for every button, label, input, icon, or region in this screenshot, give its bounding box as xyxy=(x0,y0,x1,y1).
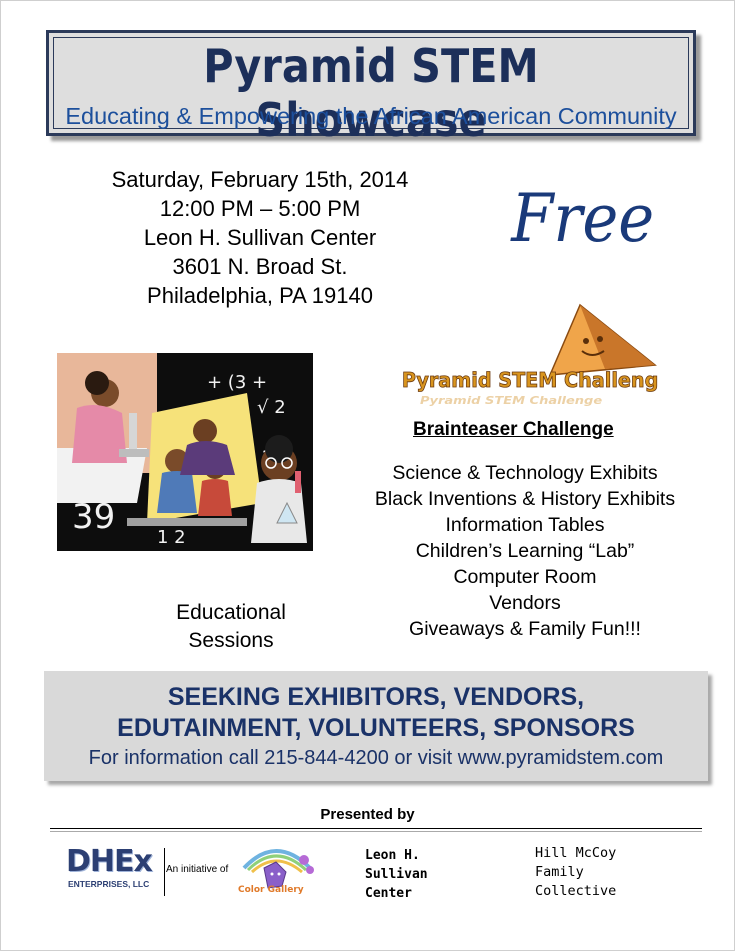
sullivan-line-1: Leon H. xyxy=(365,848,420,863)
sullivan-center-sponsor: Leon H. Sullivan Center xyxy=(365,846,428,903)
footer-divider-shadow xyxy=(50,831,702,832)
list-item: Science & Technology Exhibits xyxy=(392,462,658,484)
seeking-line-1: SEEKING EXHIBITORS, VENDORS, xyxy=(167,683,585,711)
pyramid-stem-challenge-logo: Pyramid STEM Challenge Pyramid STEM Chal… xyxy=(400,303,672,411)
initiative-label: An initiative of xyxy=(166,864,229,875)
event-details: Saturday, February 15th, 2014 12:00 PM –… xyxy=(60,165,460,310)
color-gallery-mascot-icon: Color Gallery xyxy=(238,849,314,895)
dhex-enterprises-logo: DHEx ENTERPRISES, LLC xyxy=(66,846,164,896)
svg-text:√ 2: √ 2 xyxy=(257,397,286,418)
classroom-illustration: + (3 + √ 2 - 2 × 2 39 1 2 xyxy=(57,353,313,551)
dhex-logo-subtext: ENTERPRISES, LLC xyxy=(68,879,150,889)
exhibits-list: Science & Technology Exhibits Black Inve… xyxy=(355,460,695,642)
sullivan-line-2: Sullivan xyxy=(365,867,428,882)
color-gallery-text: Color Gallery xyxy=(238,885,304,895)
hillmccoy-line-3: Collective xyxy=(535,883,617,899)
educational-line-1: Educational xyxy=(176,601,286,624)
svg-text:+ (3 +: + (3 + xyxy=(207,372,267,393)
challenge-logo-text: Pyramid STEM Challenge xyxy=(402,369,658,392)
color-gallery-logo: Color Gallery xyxy=(234,838,318,898)
educational-line-2: Sessions xyxy=(188,629,274,652)
hillmccoy-line-1: Hill McCoy xyxy=(535,845,617,861)
hillmccoy-line-2: Family xyxy=(535,864,584,880)
challenge-logo-reflection: Pyramid STEM Challenge xyxy=(420,394,602,406)
event-date: Saturday, February 15th, 2014 xyxy=(111,167,409,192)
svg-text:1 2: 1 2 xyxy=(157,527,186,548)
dhex-logo-text: DHEx xyxy=(66,844,153,879)
footer-divider xyxy=(50,828,702,829)
title-banner: Pyramid STEM Showcase Educating & Empowe… xyxy=(46,30,696,147)
pyramid-mascot-icon: Pyramid STEM Challenge Pyramid STEM Chal… xyxy=(402,303,672,406)
logo-separator xyxy=(164,848,165,896)
event-subtitle: Educating & Empowering the African Ameri… xyxy=(65,103,677,129)
hill-mccoy-sponsor: Hill McCoy Family Collective xyxy=(535,844,616,901)
list-item: Vendors xyxy=(489,592,561,614)
educational-sessions: Educational Sessions xyxy=(150,599,312,655)
list-item: Giveaways & Family Fun!!! xyxy=(409,618,641,640)
list-item: Information Tables xyxy=(445,514,605,536)
list-item: Black Inventions & History Exhibits xyxy=(374,488,676,510)
sullivan-line-3: Center xyxy=(365,886,412,901)
seeking-callout-box: SEEKING EXHIBITORS, VENDORS, EDUTAINMENT… xyxy=(44,671,708,781)
presented-by-label: Presented by xyxy=(320,806,415,823)
event-venue: Leon H. Sullivan Center xyxy=(143,225,377,250)
list-item: Computer Room xyxy=(453,566,597,588)
contact-info: For information call 215-844-4200 or vis… xyxy=(88,747,664,769)
brainteaser-heading: Brainteaser Challenge xyxy=(413,419,614,440)
event-street: 3601 N. Broad St. xyxy=(172,254,348,279)
free-label: Free xyxy=(511,180,655,257)
event-title: Pyramid STEM Showcase xyxy=(203,39,539,147)
seeking-line-2: EDUTAINMENT, VOLUNTEERS, SPONSORS xyxy=(117,714,635,742)
event-time: 12:00 PM – 5:00 PM xyxy=(159,196,361,221)
list-item: Children’s Learning “Lab” xyxy=(415,540,635,562)
classroom-scene-image: + (3 + √ 2 - 2 × 2 39 1 2 xyxy=(57,353,313,551)
